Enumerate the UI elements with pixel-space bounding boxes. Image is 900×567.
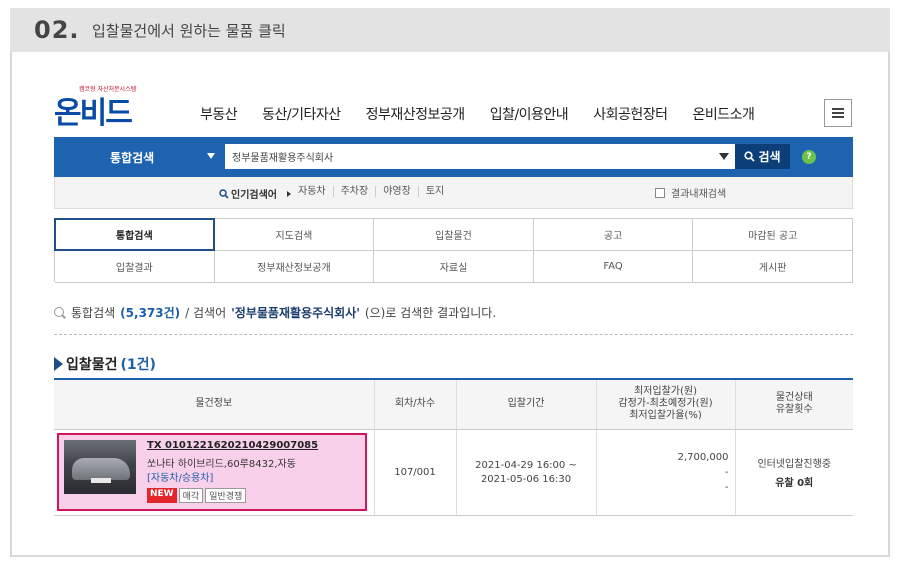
search-within-label: 결과내재검색	[671, 189, 727, 200]
price-cell: 2,700,000 - -	[595, 429, 735, 516]
tab-gov-property-info[interactable]: 정부재산정보공개	[214, 251, 375, 283]
tab-faq[interactable]: FAQ	[533, 251, 694, 283]
section-count: (1건)	[120, 357, 156, 373]
failure-count: 유찰 0회	[775, 478, 814, 489]
bid-type-badge: 일반경쟁	[205, 488, 247, 503]
popular-keywords-label: 인기검색어	[219, 186, 297, 201]
status-text: 인터넷입찰진행중	[757, 459, 832, 470]
item-number-link[interactable]: TX 0101221620210429007085	[147, 440, 318, 451]
item-category: [자동차/승용차]	[147, 473, 214, 484]
item-badges: NEW 매각 일반경쟁	[147, 488, 247, 503]
table-row[interactable]: TX 0101221620210429007085 쏘나타 하이브리드,60루8…	[54, 429, 853, 516]
period-cell: 2021-04-29 16:00 ~ 2021-05-06 16:30	[455, 429, 596, 516]
gnb-bid-guide[interactable]: 입찰/이용안내	[490, 104, 569, 124]
tab-archive[interactable]: 자료실	[374, 251, 534, 283]
search-category-label: 통합검색	[110, 150, 155, 165]
popular-keyword[interactable]: 주차장	[332, 186, 376, 197]
status-cell: 인터넷입찰진행중 유찰 0회	[734, 429, 853, 516]
col-header-info: 물건정보	[54, 379, 374, 430]
col-header-price: 최저입찰가(원) 감정가-최초예정가(원) 최저입찰가율(%)	[595, 379, 735, 430]
col-header-period: 입찰기간	[455, 379, 596, 430]
col-header-round: 회차/차수	[373, 379, 456, 430]
search-within-checkbox[interactable]	[655, 187, 665, 198]
bid-items-table: 물건정보 회차/차수 입찰기간 최저입찰가(원) 감정가-최초예정가(원) 최저…	[54, 378, 853, 516]
chevron-down-icon	[207, 153, 215, 159]
gnb-movable-assets[interactable]: 동산/기타자산	[262, 104, 341, 124]
item-thumbnail[interactable]	[64, 440, 136, 494]
logo-text: 온비드	[54, 96, 133, 131]
item-info-cell: TX 0101221620210429007085 쏘나타 하이브리드,60루8…	[54, 429, 374, 516]
new-badge: NEW	[147, 488, 177, 503]
search-input[interactable]	[225, 144, 788, 169]
hamburger-menu-button[interactable]	[824, 99, 852, 127]
search-dropdown-chevron-icon[interactable]	[719, 153, 729, 160]
gnb-about[interactable]: 온비드소개	[692, 104, 754, 124]
tab-bid-items[interactable]: 입찰물건	[374, 219, 534, 251]
search-icon	[54, 306, 66, 319]
item-name: 쏘나타 하이브리드,60루8432,자동	[147, 459, 296, 470]
search-icon	[219, 188, 229, 199]
search-bar: 통합검색 검색 ?	[54, 137, 853, 177]
divider	[54, 334, 853, 335]
popular-keyword[interactable]: 자동차	[298, 186, 333, 197]
step-number: 02.	[34, 16, 80, 44]
tab-notices[interactable]: 공고	[533, 219, 694, 251]
tab-bid-results[interactable]: 입찰결과	[55, 251, 215, 283]
search-tabs: 통합검색 지도검색 입찰물건 공고 마감된 공고 입찰결과 정부재산정보공개 자…	[54, 218, 853, 283]
popular-keyword-list: 자동차 주차장 야영장 토지	[298, 186, 451, 197]
section-bullet-icon	[54, 357, 63, 371]
popular-keywords-bar: 인기검색어 자동차 주차장 야영장 토지 결과내재검색	[54, 177, 853, 209]
help-icon[interactable]: ?	[802, 150, 816, 164]
hamburger-icon	[832, 108, 844, 118]
table-header-row: 물건정보 회차/차수 입찰기간 최저입찰가(원) 감정가-최초예정가(원) 최저…	[54, 379, 853, 430]
search-category-select[interactable]: 통합검색	[54, 137, 224, 177]
item-card-highlighted[interactable]: TX 0101221620210429007085 쏘나타 하이브리드,60루8…	[57, 433, 367, 511]
gnb-gov-property[interactable]: 정부재산정보공개	[366, 104, 466, 124]
step-header: 02. 입찰물건에서 원하는 물품 클릭	[10, 8, 890, 52]
popular-keyword[interactable]: 야영장	[375, 186, 418, 197]
result-summary: 통합검색 (5,373건) / 검색어 '정부물품재활용주식회사' (으)로 검…	[54, 304, 496, 321]
step-title: 입찰물건에서 원하는 물품 클릭	[92, 22, 286, 40]
gnb-real-estate[interactable]: 부동산	[200, 104, 238, 124]
sale-badge: 매각	[178, 488, 204, 503]
tab-closed-notices[interactable]: 마감된 공고	[693, 219, 853, 251]
gnb-social-market[interactable]: 사회공헌장터	[593, 104, 668, 124]
search-button-label: 검색	[758, 150, 781, 164]
round-cell: 107/001	[373, 429, 456, 516]
result-count: (5,373건)	[120, 306, 181, 320]
popular-keyword[interactable]: 토지	[417, 186, 451, 197]
result-keyword: '정부물품재활용주식회사'	[231, 306, 360, 320]
section-title: 입찰물건 (1건)	[54, 354, 156, 374]
tab-map-search[interactable]: 지도검색	[214, 219, 375, 251]
col-header-status: 물건상태 유찰횟수	[734, 379, 853, 430]
global-nav: 부동산 동산/기타자산 정부재산정보공개 입찰/이용안내 사회공헌장터 온비드소…	[200, 104, 779, 124]
search-button[interactable]: 검색	[735, 144, 790, 169]
search-icon	[744, 151, 756, 162]
tab-integrated-search[interactable]: 통합검색	[54, 218, 215, 251]
search-within-results[interactable]: 결과내재검색	[655, 185, 726, 200]
play-triangle-icon	[287, 190, 291, 197]
tab-board[interactable]: 게시판	[693, 251, 853, 283]
